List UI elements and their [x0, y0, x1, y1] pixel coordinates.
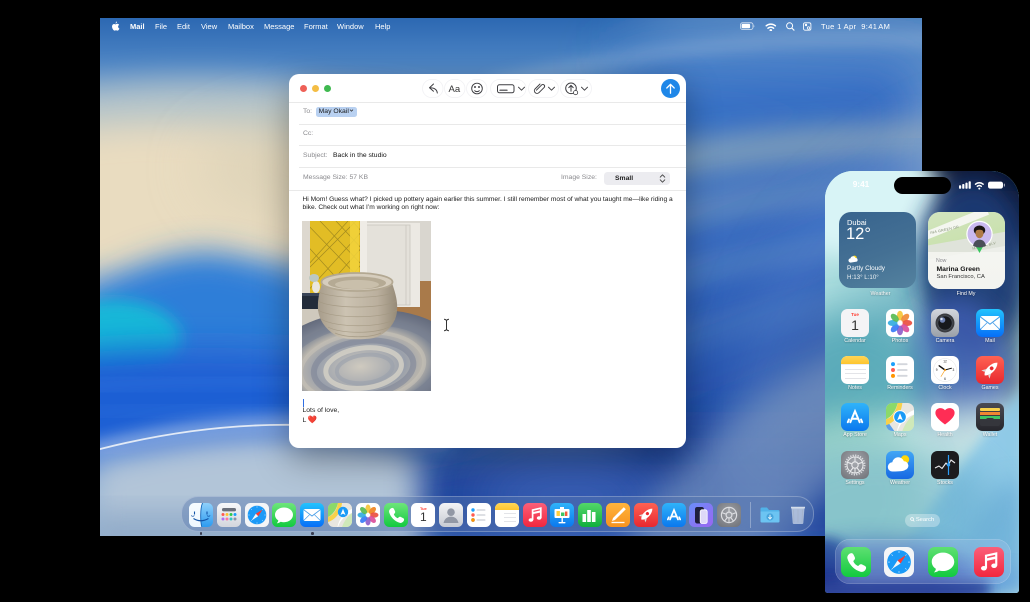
svg-text:3: 3 [953, 368, 955, 372]
svg-text:6: 6 [944, 377, 946, 381]
svg-text:9: 9 [936, 368, 938, 372]
svg-text:Aa: Aa [449, 84, 461, 95]
svg-text:12: 12 [943, 359, 947, 363]
